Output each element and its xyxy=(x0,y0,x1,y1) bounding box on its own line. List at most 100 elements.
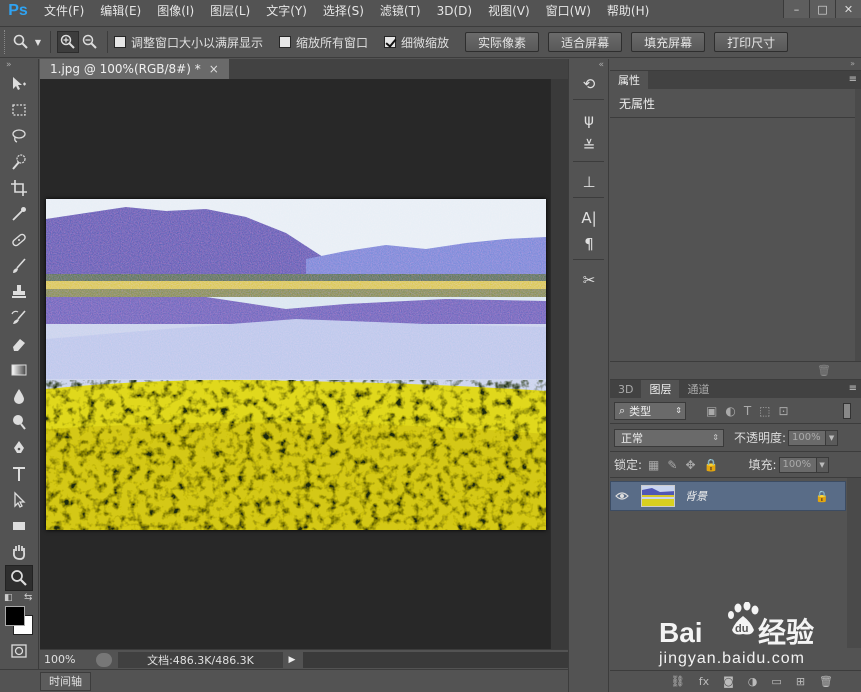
zoom-in-icon[interactable] xyxy=(57,31,79,53)
minimize-button[interactable]: – xyxy=(783,0,809,18)
smart-object-filter-icon[interactable]: ⊡ xyxy=(779,404,789,418)
layers-menu-icon[interactable]: ≡ xyxy=(849,383,857,394)
tool-presets-panel-icon[interactable]: ✂ xyxy=(574,267,604,293)
preset-dropdown-arrow-icon[interactable]: ▼ xyxy=(32,31,44,53)
timeline-tab[interactable]: 时间轴 xyxy=(40,671,91,691)
lock-transparent-icon[interactable]: ▦ xyxy=(648,458,659,472)
toolbar-collapse-icon[interactable]: » xyxy=(0,59,38,71)
resize-windows-checkbox[interactable] xyxy=(114,36,126,48)
zoom-tool-icon[interactable] xyxy=(5,565,33,591)
maximize-button[interactable]: □ xyxy=(809,0,835,18)
character-panel-icon[interactable]: A| xyxy=(574,205,604,231)
scrubby-zoom-option[interactable]: 细微缩放 xyxy=(384,34,449,51)
strip-collapse-icon[interactable]: « xyxy=(569,59,608,71)
menu-file[interactable]: 文件(F) xyxy=(36,0,92,22)
crop-tool-icon[interactable] xyxy=(5,175,33,201)
menu-layer[interactable]: 图层(L) xyxy=(202,0,258,22)
zoom-tool-preset-icon[interactable] xyxy=(10,31,32,53)
brush-presets-panel-icon[interactable]: ψ xyxy=(574,107,604,133)
rectangle-tool-icon[interactable] xyxy=(5,513,33,539)
zoom-out-icon[interactable] xyxy=(79,31,101,53)
history-brush-tool-icon[interactable] xyxy=(5,305,33,331)
quick-mask-icon[interactable] xyxy=(5,641,33,661)
fill-screen-button[interactable]: 填充屏幕 xyxy=(631,32,706,52)
tab-channels[interactable]: 通道 xyxy=(679,380,717,398)
hand-tool-icon[interactable] xyxy=(5,539,33,565)
menu-view[interactable]: 视图(V) xyxy=(480,0,538,22)
zoom-level[interactable]: 100% xyxy=(40,653,96,666)
status-menu-arrow-icon[interactable]: ▶ xyxy=(285,652,299,668)
share-status-icon[interactable] xyxy=(96,652,112,667)
brush-panel-icon[interactable]: ≚ xyxy=(574,133,604,159)
layer-style-icon[interactable]: fx xyxy=(699,675,709,688)
close-window-button[interactable]: ✕ xyxy=(835,0,861,18)
healing-brush-tool-icon[interactable] xyxy=(5,227,33,253)
new-layer-icon[interactable]: ⊞ xyxy=(796,675,805,688)
tab-properties[interactable]: 属性 xyxy=(610,71,648,89)
close-document-icon[interactable]: × xyxy=(209,62,219,76)
path-selection-tool-icon[interactable] xyxy=(5,487,33,513)
lock-position-icon[interactable]: ✥ xyxy=(685,458,695,472)
menu-help[interactable]: 帮助(H) xyxy=(599,0,657,22)
foreground-color-swatch[interactable] xyxy=(5,606,25,626)
menu-type[interactable]: 文字(Y) xyxy=(258,0,315,22)
filter-toggle-switch[interactable] xyxy=(843,402,851,419)
fill-dropdown-icon[interactable]: ▼ xyxy=(816,456,829,473)
trash-icon[interactable]: 🗑 xyxy=(817,364,831,377)
horizontal-scrollbar[interactable] xyxy=(303,651,568,668)
tab-layers[interactable]: 图层 xyxy=(641,380,680,398)
add-mask-icon[interactable]: ◙ xyxy=(723,675,734,688)
actual-pixels-button[interactable]: 实际像素 xyxy=(465,32,540,52)
brush-tool-icon[interactable] xyxy=(5,253,33,279)
menu-3d[interactable]: 3D(D) xyxy=(429,0,480,22)
zoom-all-windows-option[interactable]: 缩放所有窗口 xyxy=(279,34,368,51)
fill-field[interactable]: 100% xyxy=(778,456,817,473)
document-image[interactable] xyxy=(46,199,546,530)
menu-edit[interactable]: 编辑(E) xyxy=(92,0,149,22)
eye-icon[interactable] xyxy=(611,491,633,501)
fit-screen-button[interactable]: 适合屏幕 xyxy=(548,32,623,52)
link-layers-icon[interactable]: ⛓ xyxy=(671,675,685,688)
marquee-tool-icon[interactable] xyxy=(5,97,33,123)
layer-row[interactable]: 背景 🔒 xyxy=(610,481,846,511)
lock-all-icon[interactable]: 🔒 xyxy=(704,458,719,472)
quick-selection-tool-icon[interactable] xyxy=(5,149,33,175)
clone-source-panel-icon[interactable]: ⊥ xyxy=(574,169,604,195)
tab-3d[interactable]: 3D xyxy=(610,380,641,398)
layer-kind-select[interactable]: ⌕ 类型 ⇕ xyxy=(614,401,686,420)
document-tab[interactable]: 1.jpg @ 100%(RGB/8#) * × xyxy=(40,59,229,79)
delete-layer-icon[interactable]: 🗑 xyxy=(819,675,833,688)
swap-colors-icon[interactable]: ⇆ xyxy=(24,592,32,603)
history-panel-icon[interactable]: ⟲ xyxy=(574,71,604,97)
pen-tool-icon[interactable] xyxy=(5,435,33,461)
menu-filter[interactable]: 滤镜(T) xyxy=(372,0,429,22)
print-size-button[interactable]: 打印尺寸 xyxy=(714,32,789,52)
panel-menu-icon[interactable]: ≡ xyxy=(849,74,857,85)
menu-select[interactable]: 选择(S) xyxy=(315,0,372,22)
zoom-all-windows-checkbox[interactable] xyxy=(279,36,292,48)
resize-windows-option[interactable]: 调整窗口大小以满屏显示 xyxy=(114,34,263,51)
default-colors-icon[interactable]: ◧ xyxy=(4,593,13,603)
gradient-tool-icon[interactable] xyxy=(5,357,33,383)
vertical-scrollbar[interactable] xyxy=(550,79,568,649)
adjustment-layer-icon[interactable]: ◑ xyxy=(748,675,758,688)
lasso-tool-icon[interactable] xyxy=(5,123,33,149)
paragraph-panel-icon[interactable]: ¶ xyxy=(574,231,604,257)
blur-tool-icon[interactable] xyxy=(5,383,33,409)
new-group-icon[interactable]: ▭ xyxy=(771,675,781,688)
opacity-field[interactable]: 100% xyxy=(788,429,827,446)
menu-image[interactable]: 图像(I) xyxy=(149,0,202,22)
pixel-filter-icon[interactable]: ▣ xyxy=(706,404,717,418)
move-tool-icon[interactable] xyxy=(5,71,33,97)
clone-stamp-tool-icon[interactable] xyxy=(5,279,33,305)
type-tool-icon[interactable] xyxy=(5,461,33,487)
shape-filter-icon[interactable]: ⬚ xyxy=(759,404,770,418)
layers-scrollbar[interactable] xyxy=(847,478,861,648)
properties-collapse-icon[interactable]: » xyxy=(610,59,861,71)
eyedropper-tool-icon[interactable] xyxy=(5,201,33,227)
properties-scrollbar[interactable] xyxy=(855,89,861,361)
eraser-tool-icon[interactable] xyxy=(5,331,33,357)
menu-window[interactable]: 窗口(W) xyxy=(538,0,599,22)
dodge-tool-icon[interactable] xyxy=(5,409,33,435)
scrubby-zoom-checkbox[interactable] xyxy=(384,36,397,48)
